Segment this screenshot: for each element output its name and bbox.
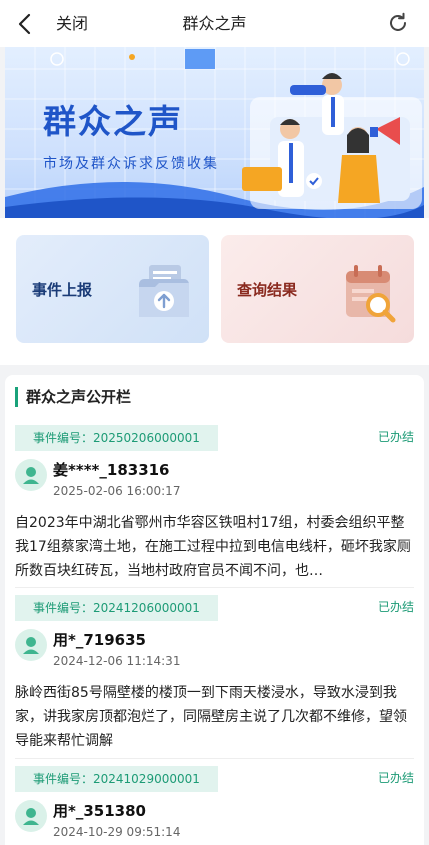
event-number-badge: 事件编号：20250206000001 (15, 425, 218, 451)
avatar (15, 459, 47, 491)
status-badge: 已办结 (377, 600, 414, 614)
record-content: 自2023年中湖北省鄂州市华容区铁咀村17组，村委会组织平整我17组蔡家湾土地，… (15, 515, 411, 579)
refresh-icon[interactable] (387, 12, 409, 34)
submit-time: 2025-02-06 16:00:17 (53, 484, 181, 498)
user-icon (23, 467, 39, 484)
top-bar: 关闭 群众之声 (0, 0, 429, 47)
close-button[interactable]: 关闭 (56, 12, 88, 36)
submit-time: 2024-12-06 11:14:31 (53, 654, 181, 668)
upload-folder-icon (139, 265, 189, 317)
search-document-icon (346, 265, 396, 323)
user-name: 用*_719635 (53, 631, 146, 649)
report-event-card[interactable]: 事件上报 (16, 235, 209, 343)
avatar (15, 800, 47, 832)
section-title: 群众之声公开栏 (15, 387, 131, 407)
report-event-label: 事件上报 (32, 281, 93, 299)
event-number-badge: 事件编号：20241206000001 (15, 595, 218, 621)
query-result-label: 查询结果 (237, 281, 298, 299)
event-number-badge: 事件编号：20241029000001 (15, 766, 218, 792)
submit-time: 2024-10-29 09:51:14 (53, 825, 181, 839)
user-name: 姜****_183316 (53, 461, 170, 479)
hero-banner: 群众之声 市场及群众诉求反馈收集 (5, 47, 424, 218)
divider (15, 587, 414, 588)
record-content: 脉岭西街85号隔壁楼的楼顶一到下雨天楼浸水，导致水浸到我家，讲我家房顶都泡烂了，… (15, 685, 407, 749)
public-bulletin-section: 群众之声公开栏 事件编号：20250206000001 已办结 姜****_18… (5, 375, 424, 845)
banner-title: 群众之声 (43, 102, 183, 141)
list-item[interactable]: 事件编号：20241206000001 已办结 用*_719635 2024-1… (5, 595, 424, 755)
query-result-card[interactable]: 查询结果 (221, 235, 414, 343)
user-name: 用*_351380 (53, 802, 146, 820)
people-megaphone-illustration (242, 73, 422, 209)
quick-actions: 事件上报 查询结果 (0, 218, 429, 365)
avatar (15, 629, 47, 661)
list-item[interactable]: 事件编号：20250206000001 已办结 姜****_183316 202… (5, 425, 424, 595)
status-badge: 已办结 (377, 430, 414, 444)
user-icon (23, 808, 39, 825)
user-icon (23, 637, 39, 654)
banner-subtitle: 市场及群众诉求反馈收集 (43, 156, 219, 172)
chevron-left-icon[interactable] (16, 12, 36, 36)
list-item[interactable]: 事件编号：20241029000001 已办结 用*_351380 2024-1… (5, 766, 424, 845)
status-badge: 已办结 (377, 771, 414, 785)
divider (15, 758, 414, 759)
